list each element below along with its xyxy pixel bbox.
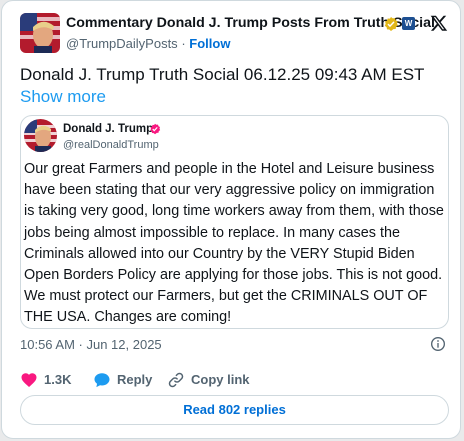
like-count: 1.3K — [44, 372, 72, 387]
embedded-post-card: Commentary Donald J. Trump Posts From Tr… — [1, 0, 461, 439]
verified-gold-icon — [384, 17, 398, 31]
info-icon[interactable] — [430, 336, 446, 352]
post-timestamp[interactable]: 10:56 AM · Jun 12, 2025 — [20, 337, 162, 352]
post-text-block: Donald J. Trump Truth Social 06.12.25 09… — [20, 64, 450, 108]
x-logo-icon[interactable] — [430, 14, 448, 32]
like-button[interactable]: 1.3K — [20, 371, 80, 389]
link-icon — [168, 372, 184, 388]
affiliate-badge: W — [402, 17, 415, 30]
reply-bubble-icon — [94, 373, 110, 388]
follow-button[interactable]: Follow — [189, 36, 230, 51]
read-replies-button[interactable]: Read 802 replies — [20, 395, 449, 425]
copy-link-label: Copy link — [191, 372, 250, 387]
copy-link-button[interactable]: Copy link — [167, 371, 250, 389]
quoted-post[interactable]: Donald J. Trump @realDonaldTrump Our gre… — [20, 115, 449, 329]
quoted-author-name[interactable]: Donald J. Trump — [63, 123, 153, 135]
reply-button[interactable]: Reply — [93, 371, 153, 389]
show-more-link[interactable]: Show more — [20, 87, 106, 106]
quoted-author-handle[interactable]: @realDonaldTrump — [63, 139, 159, 151]
post-text: Donald J. Trump Truth Social 06.12.25 09… — [20, 65, 425, 84]
reply-label: Reply — [117, 372, 153, 387]
author-avatar[interactable] — [20, 13, 60, 53]
quoted-author-avatar[interactable] — [24, 119, 57, 152]
author-handle[interactable]: @TrumpDailyPosts — [66, 36, 178, 51]
separator-dot: · — [181, 36, 186, 51]
quoted-post-text: Our great Farmers and people in the Hote… — [24, 161, 444, 326]
verified-pink-icon — [150, 123, 161, 135]
author-name[interactable]: Commentary Donald J. Trump Posts From Tr… — [66, 15, 435, 31]
handle-row: @TrumpDailyPosts · Follow — [66, 36, 230, 51]
heart-icon — [21, 373, 37, 387]
